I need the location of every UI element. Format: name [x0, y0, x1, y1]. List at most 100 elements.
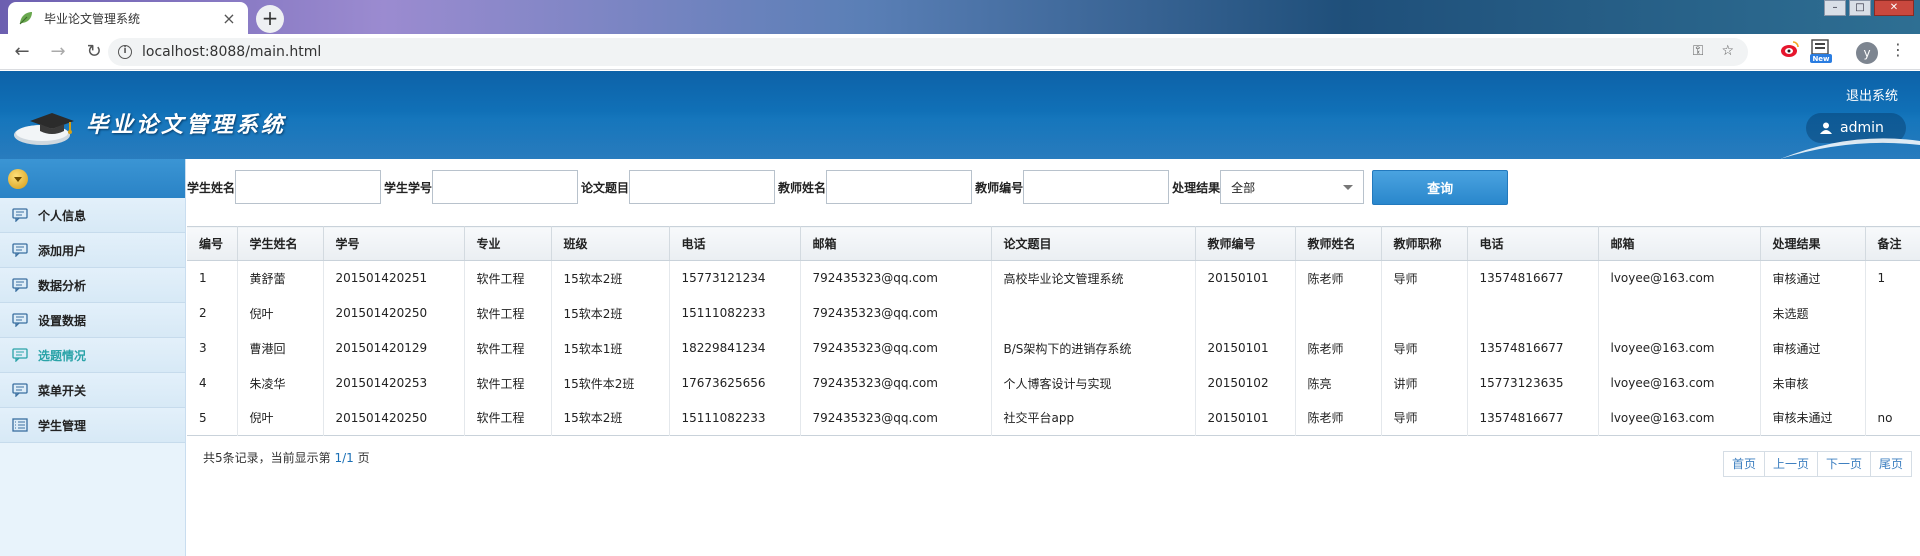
teacher-name-label: 教师姓名 [778, 180, 827, 195]
sidebar-item-add-user[interactable]: 添加用户 [0, 233, 185, 268]
next-page-link[interactable]: 下一页 [1818, 452, 1871, 476]
sidebar-item-menu-toggle[interactable]: 菜单开关 [0, 373, 185, 408]
weibo-extension-icon[interactable] [1780, 39, 1800, 59]
column-header[interactable]: 学号 [323, 226, 465, 261]
table-cell: 陈老师 [1295, 260, 1382, 296]
sidebar-item-topic-selection[interactable]: 选题情况 [0, 338, 185, 373]
column-header[interactable]: 备注 [1865, 226, 1920, 261]
table-cell: 20150101 [1195, 400, 1296, 436]
column-header[interactable]: 教师职称 [1381, 226, 1468, 261]
browser-tab[interactable]: 毕业论文管理系统 × [8, 2, 248, 34]
first-page-link[interactable]: 首页 [1724, 452, 1765, 476]
table-cell: no [1877, 410, 1893, 425]
table-cell: 201501420129 [323, 330, 465, 366]
column-header[interactable]: 学生姓名 [237, 226, 324, 261]
teacher-no-input[interactable] [1023, 170, 1170, 204]
table-row[interactable]: 4 朱凌华 201501420253 软件工程 15软件本2班 17673625656 79… [187, 365, 1920, 401]
table-row[interactable]: 1 黄舒蕾 201501420251 软件工程 15软本2班 15773121234 792… [187, 260, 1920, 296]
table-cell: B/S架构下的进销存系统 [991, 330, 1196, 366]
back-arrow-icon[interactable]: ← [8, 38, 36, 66]
table-cell [1598, 295, 1761, 331]
url-text: localhost:8088/main.html [142, 44, 322, 60]
column-header[interactable]: 专业 [464, 226, 552, 261]
sidebar-item-profile[interactable]: 个人信息 [0, 198, 185, 233]
table-row[interactable]: 2 倪叶 201501420250 软件工程 15软本2班 15111082233 7924… [187, 295, 1920, 331]
profile-avatar[interactable]: y [1856, 42, 1878, 64]
table-cell: lvoyee@163.com [1598, 330, 1761, 366]
table-cell: 社交平台app [991, 400, 1196, 436]
summary-suffix: 页 [357, 451, 370, 465]
thesis-title-input[interactable] [629, 170, 776, 204]
table-cell: 陈亮 [1295, 365, 1382, 401]
table-cell: 导师 [1381, 260, 1468, 296]
column-header[interactable]: 处理结果 [1760, 226, 1866, 261]
column-header[interactable]: 电话 [1467, 226, 1599, 261]
student-no-input[interactable] [432, 170, 579, 204]
sidebar-item-student-management[interactable]: 学生管理 [0, 408, 185, 443]
minimize-icon[interactable]: – [1824, 0, 1846, 16]
maximize-icon[interactable]: □ [1849, 0, 1871, 16]
table-row[interactable]: 3 曹港回 201501420129 软件工程 15软本1班 18229841234 792… [187, 330, 1920, 366]
sidebar-item-settings[interactable]: 设置数据 [0, 303, 185, 338]
query-button[interactable]: 查询 [1372, 169, 1509, 205]
table-cell: 高校毕业论文管理系统 [991, 260, 1196, 296]
table-cell: 审核通过 [1760, 330, 1866, 366]
reload-icon[interactable]: ↻ [80, 38, 108, 66]
table-row[interactable]: 5 倪叶 201501420250 软件工程 15软本2班 15111082233 7924… [187, 400, 1920, 436]
result-select[interactable]: 全部 [1220, 170, 1365, 204]
student-no-label: 学生学号 [384, 180, 433, 195]
table-cell: 陈老师 [1295, 400, 1382, 436]
table-cell: 792435323@qq.com [800, 365, 992, 401]
prev-page-link[interactable]: 上一页 [1765, 452, 1818, 476]
tab-close-icon[interactable]: × [220, 9, 238, 28]
table-cell [991, 295, 1196, 331]
leaf-favicon-icon [19, 12, 32, 25]
table-cell: 4 [187, 365, 238, 401]
column-header[interactable]: 邮箱 [800, 226, 992, 261]
table-cell: 讲师 [1381, 365, 1468, 401]
sidebar-item-data-analysis[interactable]: 数据分析 [0, 268, 185, 303]
logout-link[interactable]: 退出系统 [1846, 85, 1898, 104]
table-cell: 792435323@qq.com [800, 400, 992, 436]
table-cell: 未选题 [1760, 295, 1866, 331]
table-cell [1195, 295, 1296, 331]
table-cell: 15软件本2班 [551, 365, 670, 401]
address-bar[interactable]: i localhost:8088/main.html ⚿ ☆ [108, 38, 1748, 66]
table-cell: 15111082233 [669, 295, 801, 331]
column-header[interactable]: 编号 [187, 226, 238, 261]
table-cell: 13574816677 [1467, 400, 1599, 436]
graduation-cap-logo-icon [14, 113, 74, 145]
teacher-name-input[interactable] [826, 170, 973, 204]
browser-menu-icon[interactable]: ⋮ [1890, 40, 1906, 59]
column-header[interactable]: 教师编号 [1195, 226, 1296, 261]
column-header[interactable]: 班级 [551, 226, 670, 261]
column-header[interactable]: 教师姓名 [1295, 226, 1382, 261]
site-info-icon[interactable]: i [118, 45, 132, 59]
result-label: 处理结果 [1172, 180, 1221, 195]
table-cell: 1 [187, 260, 238, 296]
key-icon[interactable]: ⚿ [1693, 43, 1704, 59]
new-tab-button[interactable]: + [256, 5, 284, 33]
table-cell: 13574816677 [1467, 330, 1599, 366]
thesis-title-label: 论文题目 [581, 180, 630, 195]
table-cell [1381, 295, 1468, 331]
table-cell: 5 [187, 400, 238, 436]
bookmark-star-icon[interactable]: ☆ [1721, 43, 1734, 59]
column-header[interactable]: 电话 [669, 226, 801, 261]
sidebar-collapse-icon[interactable] [8, 169, 28, 189]
column-header[interactable]: 邮箱 [1598, 226, 1761, 261]
column-header[interactable]: 论文题目 [991, 226, 1196, 261]
table-cell: 20150102 [1195, 365, 1296, 401]
table-cell: 软件工程 [464, 295, 552, 331]
table-cell: 13574816677 [1467, 260, 1599, 296]
table-cell: 20150101 [1195, 260, 1296, 296]
window-close-icon[interactable]: ✕ [1874, 0, 1914, 16]
sidebar-item-label: 选题情况 [38, 348, 87, 363]
table-cell: 15111082233 [669, 400, 801, 436]
sidebar-item-label: 个人信息 [38, 208, 87, 223]
student-name-input[interactable] [235, 170, 382, 204]
last-page-link[interactable]: 尾页 [1871, 452, 1911, 476]
table-cell: 15773123635 [1467, 365, 1599, 401]
forward-arrow-icon[interactable]: → [44, 38, 72, 66]
new-extension-icon[interactable]: New [1810, 39, 1832, 63]
